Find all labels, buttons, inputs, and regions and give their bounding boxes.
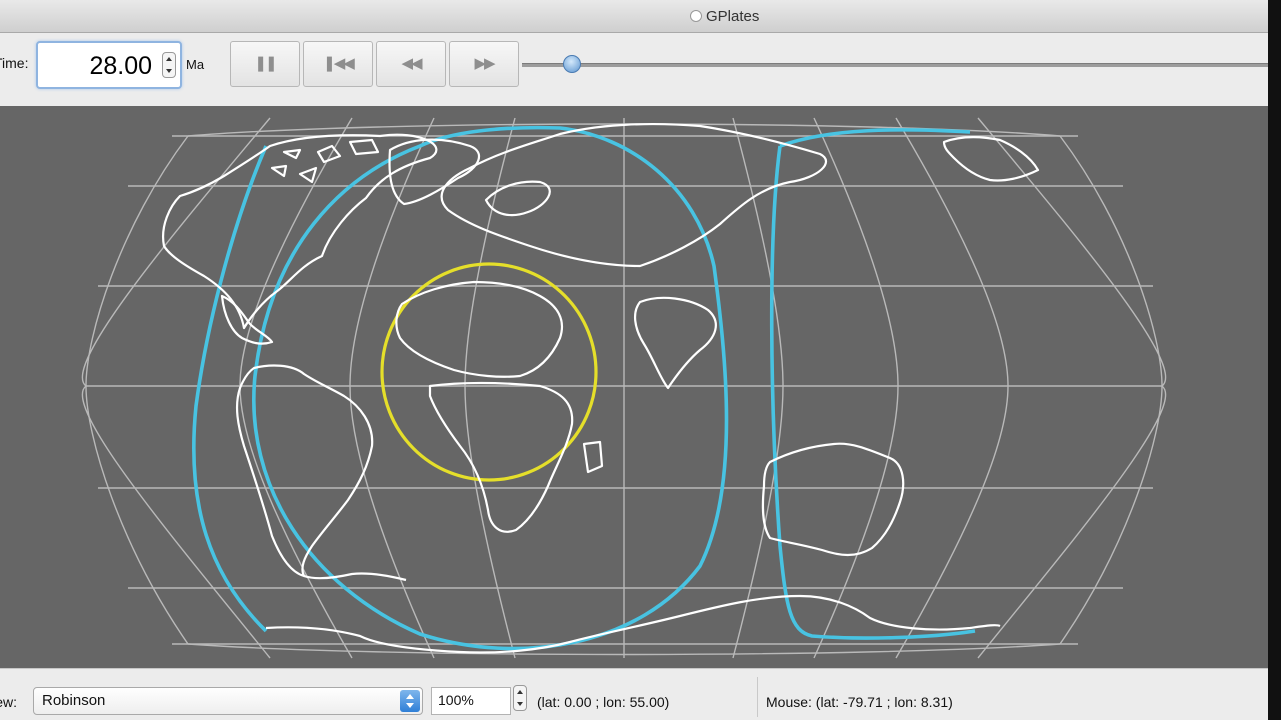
reset-button[interactable]: ❚◀◀ <box>303 41 373 87</box>
step-forward-icon: ▶▶ <box>474 55 495 72</box>
status-bar: View: Robinson 100% (lat: 0.00 ; lon: 55… <box>0 668 1268 720</box>
camera-coordinates: (lat: 0.00 ; lon: 55.00) <box>537 694 670 710</box>
step-backward-icon: ◀◀ <box>401 55 422 72</box>
step-back-button[interactable]: ◀◀ <box>376 41 446 87</box>
projection-value: Robinson <box>42 692 106 709</box>
plate-boundary-lines <box>192 125 976 651</box>
time-label: Time: <box>0 55 29 71</box>
window-title: GPlates <box>706 8 760 25</box>
gplates-window: GPlates Time: 28.00 Ma ❚❚ ❚◀◀ ◀◀ ▶▶ <box>0 0 1268 720</box>
time-slider-thumb[interactable] <box>563 55 581 73</box>
animation-toolbar: Time: 28.00 Ma ❚❚ ❚◀◀ ◀◀ ▶▶ <box>0 33 1268 105</box>
globe-canvas[interactable] <box>0 106 1268 668</box>
app-icon <box>690 10 702 22</box>
stepper-up-icon[interactable] <box>517 690 523 694</box>
status-divider <box>757 677 758 717</box>
map-svg <box>81 117 1167 659</box>
time-input[interactable]: 28.00 <box>36 41 182 89</box>
play-button[interactable]: ❚❚ <box>230 41 300 87</box>
coastlines <box>162 122 1040 654</box>
title-bar: GPlates <box>0 0 1268 33</box>
dropdown-arrow-icon[interactable] <box>400 690 420 712</box>
stepper-up-icon[interactable] <box>166 57 172 61</box>
time-slider-track[interactable] <box>522 63 1268 67</box>
play-pause-icon: ❚❚ <box>254 55 277 72</box>
projection-select[interactable]: Robinson <box>33 687 423 715</box>
time-stepper[interactable] <box>162 52 176 78</box>
zoom-value: 100% <box>438 692 474 708</box>
reset-to-start-icon: ❚◀◀ <box>323 55 355 72</box>
time-units: Ma <box>186 57 205 72</box>
mouse-coordinates: Mouse: (lat: -79.71 ; lon: 8.31) <box>766 694 953 710</box>
view-label: View: <box>0 694 17 710</box>
outside-window <box>1268 0 1281 720</box>
time-value: 28.00 <box>89 52 152 80</box>
zoom-stepper[interactable] <box>513 685 527 711</box>
stepper-down-icon[interactable] <box>166 69 172 73</box>
step-forward-button[interactable]: ▶▶ <box>449 41 519 87</box>
zoom-input[interactable]: 100% <box>431 687 511 715</box>
stepper-down-icon[interactable] <box>517 702 523 706</box>
